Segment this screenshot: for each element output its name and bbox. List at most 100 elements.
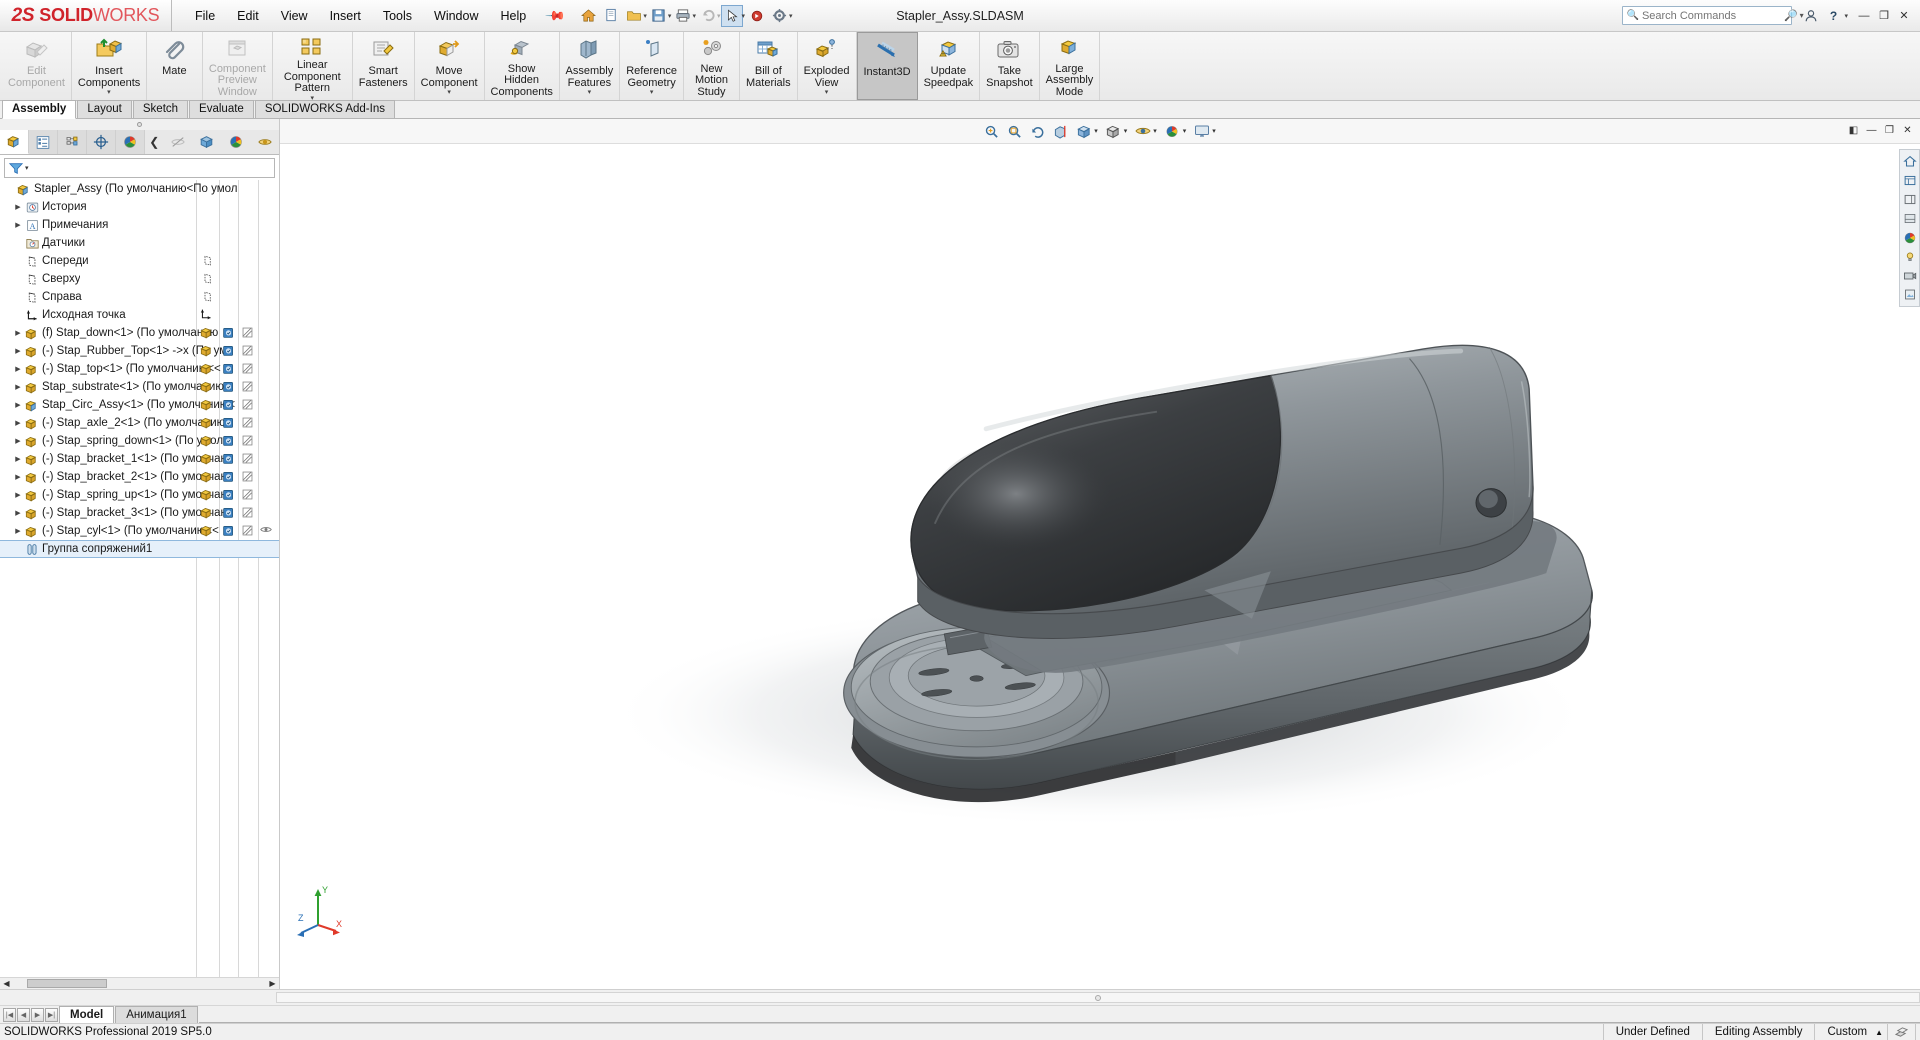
- chevron-left-icon[interactable]: ❮: [145, 130, 164, 154]
- tree-component-state-icon[interactable]: [222, 362, 235, 378]
- tree-component-state-icon[interactable]: [222, 470, 235, 486]
- expand-arrow-icon[interactable]: ▶: [12, 347, 24, 355]
- cmd-smart-fasteners[interactable]: Smart Fasteners: [353, 32, 415, 100]
- undo-icon[interactable]: [697, 5, 719, 27]
- tree-item[interactable]: ▶ (-) Stap_spring_down<1> (По умол: [0, 432, 279, 450]
- section-view-icon[interactable]: [1050, 121, 1071, 142]
- tree-plane-overlay-icon[interactable]: [202, 290, 214, 306]
- tree-component-state-icon[interactable]: [222, 416, 235, 432]
- tree-component-overlay-icon[interactable]: [200, 506, 214, 522]
- print-icon[interactable]: [672, 5, 694, 27]
- cmd-bill-of-materials[interactable]: Bill of Materials: [740, 32, 798, 100]
- tree-item[interactable]: ▶ Stap_substrate<1> (По умолчанию<: [0, 378, 279, 396]
- tab-dimxpert-manager[interactable]: [87, 130, 116, 154]
- tree-item[interactable]: Спереди: [0, 252, 279, 270]
- view-orientation-icon[interactable]: [1073, 121, 1094, 142]
- hide-show-caret[interactable]: ▾: [1153, 127, 1157, 135]
- tree-item[interactable]: ▶ (-) Stap_axle_2<1> (По умолчанию: [0, 414, 279, 432]
- graphics-area[interactable]: ▾ ▾ ▾ ▾ ▾ ◧ — ❐ ✕ Y X Z: [280, 119, 1920, 989]
- tab-model[interactable]: Model: [59, 1006, 115, 1023]
- tree-item[interactable]: ▶ Stap_Circ_Assy<1> (По умолчанию<: [0, 396, 279, 414]
- model-canvas[interactable]: [280, 144, 1920, 989]
- expand-arrow-icon[interactable]: ▶: [12, 455, 24, 463]
- tree-component-state-icon[interactable]: [222, 452, 235, 468]
- cmd-insert-components[interactable]: Insert Components ▾: [72, 32, 147, 100]
- select-arrow-icon[interactable]: [721, 4, 744, 27]
- tree-component-overlay-icon[interactable]: [200, 398, 214, 414]
- tree-component-overlay-icon[interactable]: [200, 524, 214, 540]
- tab-evaluate[interactable]: Evaluate: [189, 100, 254, 118]
- feature-tree-hscrollbar[interactable]: ◀ ▶: [0, 977, 279, 989]
- tree-component-display-icon[interactable]: [241, 416, 254, 432]
- tree-component-state-icon[interactable]: [222, 344, 235, 360]
- menu-file[interactable]: File: [184, 5, 226, 27]
- tree-component-overlay-icon[interactable]: [200, 434, 214, 450]
- prev-icon[interactable]: ◀: [17, 1007, 30, 1022]
- tree-item[interactable]: Группа сопряжений1: [0, 540, 279, 558]
- status-units[interactable]: Custom ▲: [1814, 1023, 1887, 1040]
- tab-solidworks-add-ins[interactable]: SOLIDWORKS Add-Ins: [254, 100, 395, 118]
- tree-component-state-icon[interactable]: [222, 506, 235, 522]
- cmd-new-motion-study[interactable]: New Motion Study: [684, 32, 740, 100]
- home-view-icon[interactable]: [1900, 152, 1919, 171]
- tab-sketch[interactable]: Sketch: [132, 100, 189, 118]
- tree-component-display-icon[interactable]: [241, 326, 254, 342]
- cmd-component-preview-window[interactable]: Component Preview Window: [203, 32, 273, 100]
- tree-component-overlay-icon[interactable]: [200, 470, 214, 486]
- tree-component-display-icon[interactable]: [241, 398, 254, 414]
- tree-component-state-icon[interactable]: [222, 398, 235, 414]
- menu-view[interactable]: View: [270, 5, 319, 27]
- tree-component-display-icon[interactable]: [241, 344, 254, 360]
- pin-icon[interactable]: 📌: [544, 4, 567, 27]
- cmd-instant3d[interactable]: Instant3D: [856, 32, 918, 100]
- lights-icon[interactable]: [1900, 247, 1919, 266]
- expand-arrow-icon[interactable]: ▶: [12, 437, 24, 445]
- open-folder-icon[interactable]: [623, 5, 645, 27]
- tab-animation1[interactable]: Анимация1: [115, 1006, 198, 1023]
- tree-item[interactable]: ▶ (-) Stap_cyl<1> (По умолчанию<<: [0, 522, 279, 540]
- new-doc-icon[interactable]: [600, 5, 622, 27]
- menu-tools[interactable]: Tools: [372, 5, 423, 27]
- cmd-dropdown-caret[interactable]: ▾: [825, 89, 829, 97]
- cmd-update-speedpak[interactable]: Update Speedpak: [918, 32, 981, 100]
- expand-arrow-icon[interactable]: ▶: [12, 365, 24, 373]
- appearance-caret[interactable]: ▾: [1183, 127, 1187, 135]
- tree-component-overlay-icon[interactable]: [200, 344, 214, 360]
- scenes-icon[interactable]: [1900, 228, 1919, 247]
- overlay-icon[interactable]: [1887, 1023, 1916, 1040]
- cmd-dropdown-caret[interactable]: ▾: [588, 89, 592, 97]
- tree-component-display-icon[interactable]: [241, 380, 254, 396]
- view-cube-icon[interactable]: [193, 130, 222, 154]
- rebuild-icon[interactable]: [746, 5, 768, 27]
- tree-visibility-icon[interactable]: [260, 524, 272, 538]
- hide-show-icon[interactable]: [164, 130, 193, 154]
- previous-view-icon[interactable]: [1027, 121, 1048, 142]
- cameras-icon[interactable]: [1900, 266, 1919, 285]
- expand-arrow-icon[interactable]: ▶: [12, 329, 24, 337]
- expand-arrow-icon[interactable]: ▶: [12, 473, 24, 481]
- tree-item[interactable]: ▶ (-) Stap_bracket_1<1> (По умолчан: [0, 450, 279, 468]
- first-icon[interactable]: |◀: [3, 1007, 16, 1022]
- cmd-dropdown-caret[interactable]: ▾: [650, 89, 654, 97]
- hide-show-items-icon[interactable]: [1132, 121, 1153, 142]
- appearance-sphere-icon[interactable]: [221, 130, 250, 154]
- cmd-take-snapshot[interactable]: Take Snapshot: [980, 32, 1040, 100]
- expand-arrow-icon[interactable]: ▶: [12, 527, 24, 535]
- tab-property-manager[interactable]: [29, 130, 58, 154]
- decals-icon[interactable]: [1900, 285, 1919, 304]
- menu-window[interactable]: Window: [423, 5, 489, 27]
- tab-display-manager[interactable]: [116, 130, 145, 154]
- window-close-button[interactable]: ✕: [1894, 6, 1914, 26]
- display-style-caret[interactable]: ▾: [1124, 127, 1128, 135]
- view-maximize-icon[interactable]: ❐: [1881, 122, 1898, 138]
- expand-arrow-icon[interactable]: ▶: [12, 203, 24, 211]
- help-icon[interactable]: ?: [1822, 5, 1844, 27]
- expand-arrow-icon[interactable]: ▶: [12, 383, 24, 391]
- cmd-edit-component[interactable]: Edit Component: [2, 32, 72, 100]
- tree-component-display-icon[interactable]: [241, 488, 254, 504]
- tab-layout[interactable]: Layout: [77, 100, 132, 118]
- feature-tree[interactable]: Stapler_Assy (По умолчанию<По умол ▶ Истор…: [0, 180, 279, 977]
- tree-component-display-icon[interactable]: [241, 506, 254, 522]
- next-icon[interactable]: ▶: [31, 1007, 44, 1022]
- hscroll-thumb[interactable]: [27, 979, 107, 988]
